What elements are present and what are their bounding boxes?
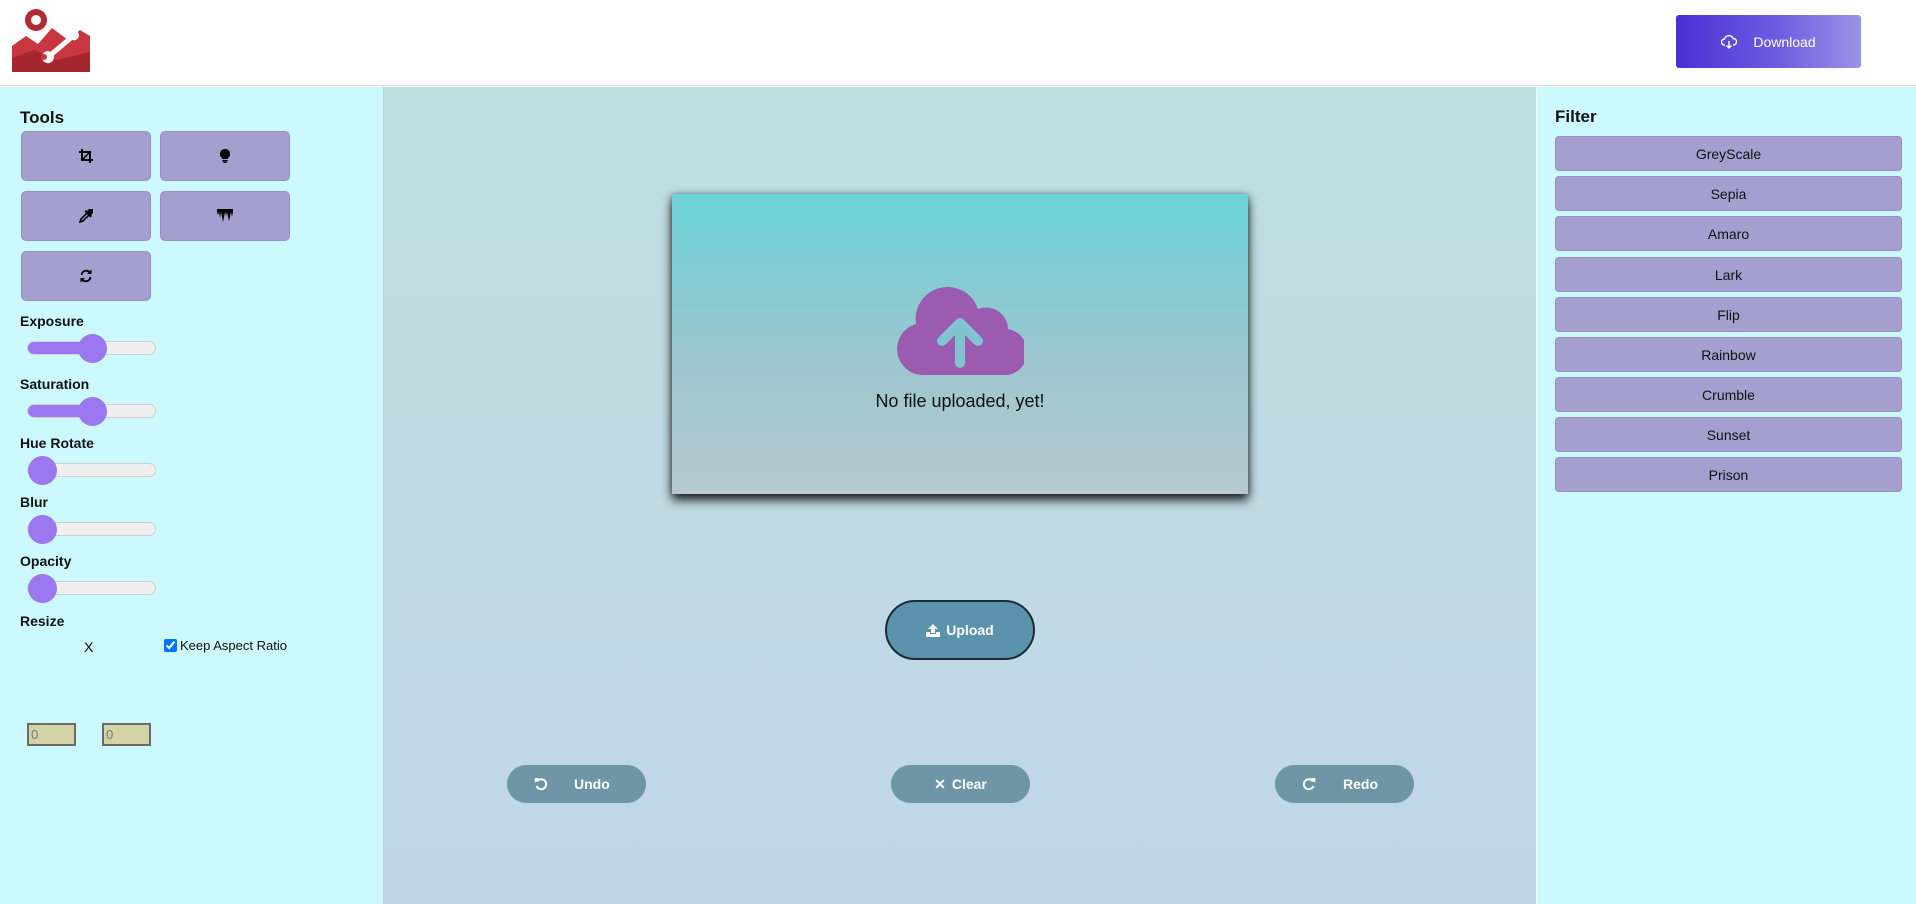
crop-tool-button[interactable] [21, 131, 151, 181]
filter-crumble[interactable]: Crumble [1555, 377, 1902, 412]
redo-label: Redo [1343, 776, 1378, 792]
rotate-icon [80, 269, 92, 283]
resize-height-input[interactable] [102, 723, 151, 746]
rotate-tool-button[interactable] [21, 251, 151, 301]
brightness-tool-button[interactable] [160, 131, 290, 181]
undo-button[interactable]: Undo [507, 765, 646, 803]
redo-button[interactable]: Redo [1275, 765, 1414, 803]
tools-title: Tools [20, 108, 65, 127]
undo-label: Undo [574, 776, 610, 792]
filter-sepia[interactable]: Sepia [1555, 176, 1902, 211]
resize-separator: X [84, 639, 94, 655]
undo-icon [534, 778, 548, 791]
blur-slider-thumb[interactable] [28, 515, 57, 544]
opacity-label: Opacity [20, 553, 72, 569]
resize-width-input[interactable] [27, 723, 76, 746]
keep-aspect-checkbox[interactable] [164, 639, 177, 652]
opacity-slider-thumb[interactable] [28, 574, 57, 603]
lightbulb-icon [220, 149, 230, 163]
exposure-label: Exposure [20, 313, 84, 329]
hue-rotate-label: Hue Rotate [20, 435, 94, 451]
cloud-download-icon [1721, 34, 1738, 49]
exposure-slider-thumb[interactable] [78, 334, 107, 363]
cloud-upload-icon [897, 287, 1024, 375]
workspace: No file uploaded, yet! Upload Undo ✕ Cle… [384, 87, 1536, 904]
saturation-slider-thumb[interactable] [78, 397, 107, 426]
blur-slider[interactable] [27, 515, 156, 544]
color-picker-tool-button[interactable] [21, 191, 151, 241]
filter-title: Filter [1555, 107, 1597, 126]
download-label: Download [1753, 33, 1816, 50]
exposure-slider[interactable] [27, 334, 156, 363]
clear-label: Clear [951, 776, 987, 792]
saturation-slider[interactable] [27, 397, 156, 426]
filter-amaro[interactable]: Amaro [1555, 216, 1902, 251]
hue-rotate-slider-thumb[interactable] [28, 456, 57, 485]
filter-prison[interactable]: Prison [1555, 457, 1902, 492]
upload-icon [926, 623, 941, 637]
drip-tool-button[interactable] [160, 191, 290, 241]
empty-state-text: No file uploaded, yet! [875, 391, 1045, 411]
clear-button[interactable]: ✕ Clear [891, 765, 1030, 803]
app-header: Download [0, 0, 1916, 86]
keep-aspect-label[interactable]: Keep Aspect Ratio [180, 638, 287, 653]
upload-button[interactable]: Upload [885, 600, 1035, 660]
crop-icon [79, 149, 93, 163]
filter-rainbow[interactable]: Rainbow [1555, 337, 1902, 372]
download-button[interactable]: Download [1676, 15, 1861, 68]
filter-flip[interactable]: Flip [1555, 297, 1902, 332]
hue-rotate-slider[interactable] [27, 456, 156, 485]
close-icon: ✕ [934, 775, 946, 792]
tools-panel: Tools Exposure Saturation Hue Rotate Blu… [0, 87, 384, 904]
upload-label: Upload [946, 622, 994, 638]
redo-icon [1302, 778, 1316, 791]
saturation-label: Saturation [20, 376, 90, 392]
blur-label: Blur [20, 494, 48, 510]
drip-icon [217, 209, 233, 222]
resize-label: Resize [20, 613, 65, 629]
filter-sunset[interactable]: Sunset [1555, 417, 1902, 452]
filter-lark[interactable]: Lark [1555, 257, 1902, 292]
filter-greyscale[interactable]: GreyScale [1555, 136, 1902, 171]
filter-panel: Filter GreyScale Sepia Amaro Lark Flip R… [1537, 87, 1916, 904]
eyedropper-icon [79, 209, 93, 223]
image-canvas[interactable]: No file uploaded, yet! [672, 194, 1248, 494]
app-logo-icon[interactable] [12, 6, 90, 72]
opacity-slider[interactable] [27, 574, 156, 603]
